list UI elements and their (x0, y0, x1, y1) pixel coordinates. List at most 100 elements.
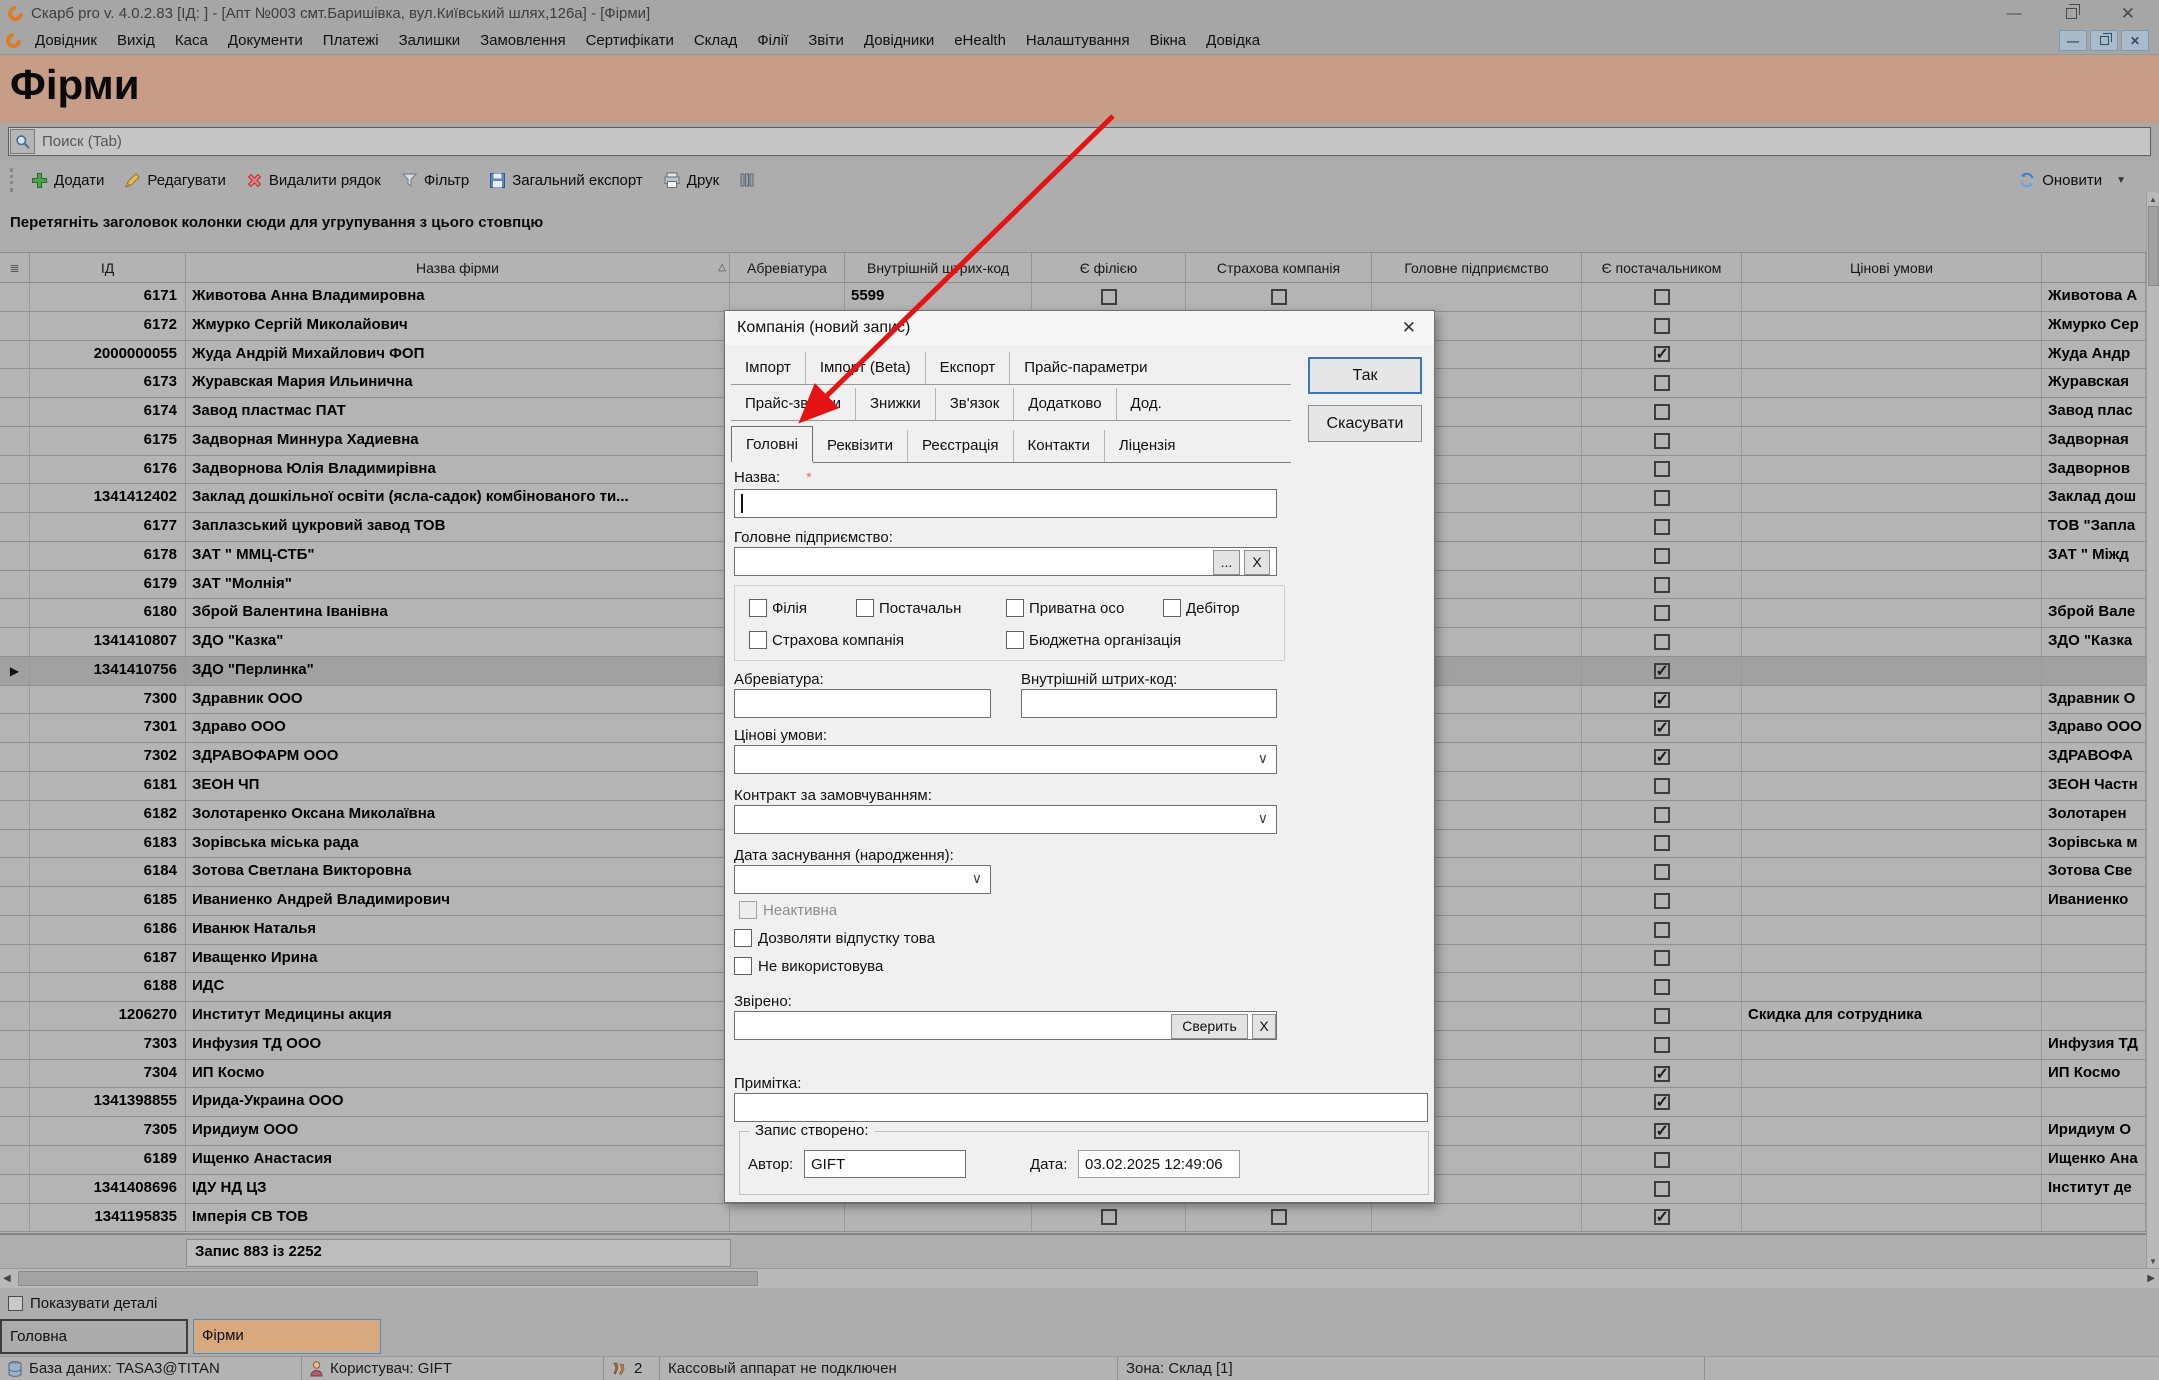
refresh-dropdown-icon[interactable]: ▼ (2116, 175, 2126, 186)
branch-checkbox[interactable] (749, 599, 767, 617)
supplier-checkbox[interactable] (1654, 807, 1670, 823)
abbreviation-input[interactable] (734, 689, 991, 718)
supplier-checkbox[interactable] (1654, 692, 1670, 708)
dialog-tab-Прайс-зв'язки[interactable]: Прайс-зв'язки (731, 388, 856, 420)
supplier-checkbox[interactable] (1654, 461, 1670, 477)
supplier-checkbox[interactable] (1654, 519, 1670, 535)
supplier-checkbox[interactable] (1654, 346, 1670, 362)
menu-item-Довідник[interactable]: Довідник (25, 27, 107, 54)
minimize-icon[interactable]: — (2007, 6, 2022, 21)
supplier-checkbox[interactable] (1654, 605, 1670, 621)
verify-button[interactable]: Сверить (1171, 1014, 1248, 1039)
branch-checkbox[interactable] (1101, 1209, 1117, 1225)
supplier-checkbox[interactable] (1654, 1094, 1670, 1110)
column-header[interactable]: Назва фірми△ (186, 253, 730, 282)
supplier-checkbox[interactable] (1654, 749, 1670, 765)
export-button[interactable]: Загальний експорт (484, 172, 648, 189)
budget-org-checkbox[interactable] (1006, 631, 1024, 649)
supplier-checkbox[interactable] (1654, 778, 1670, 794)
close-icon[interactable]: ✕ (2121, 5, 2135, 22)
supplier-checkbox[interactable] (856, 599, 874, 617)
supplier-checkbox[interactable] (1654, 1037, 1670, 1053)
dialog-tab-Ліцензія[interactable]: Ліцензія (1105, 430, 1190, 462)
supplier-checkbox[interactable] (1654, 864, 1670, 880)
menu-item-Склад[interactable]: Склад (684, 27, 747, 54)
insurance-company-checkbox[interactable] (749, 631, 767, 649)
menu-item-eHealth[interactable]: eHealth (944, 27, 1016, 54)
supplier-checkbox[interactable] (1654, 1181, 1670, 1197)
supplier-checkbox[interactable] (1654, 375, 1670, 391)
column-header[interactable]: Внутрішній штрих-код (845, 253, 1032, 282)
insurance-checkbox[interactable] (1271, 289, 1287, 305)
dialog-tab-Контакти[interactable]: Контакти (1014, 430, 1105, 462)
supplier-checkbox[interactable] (1654, 979, 1670, 995)
menu-item-Налаштування[interactable]: Налаштування (1016, 27, 1140, 54)
supplier-checkbox[interactable] (1654, 1209, 1670, 1225)
column-header[interactable]: Головне підприємство (1372, 253, 1582, 282)
dialog-titlebar[interactable]: Компанія (новий запис) ✕ (725, 311, 1434, 345)
scroll-down-icon[interactable]: ▼ (2147, 1254, 2159, 1268)
internal-barcode-input[interactable] (1021, 689, 1277, 718)
vertical-scroll-thumb[interactable] (2148, 206, 2159, 286)
supplier-checkbox[interactable] (1654, 1008, 1670, 1024)
dialog-tab-Експорт[interactable]: Експорт (926, 352, 1011, 384)
supplier-checkbox[interactable] (1654, 1152, 1670, 1168)
private-person-checkbox[interactable] (1006, 599, 1024, 617)
toolbar-drag-handle[interactable] (10, 168, 14, 192)
group-by-bar[interactable]: Перетягніть заголовок колонки сюди для у… (0, 200, 2159, 252)
default-contract-select[interactable]: ∨ (734, 805, 1277, 834)
column-header[interactable]: Страхова компанія (1186, 253, 1372, 282)
scroll-right-icon[interactable]: ▶ (2147, 1273, 2155, 1284)
mdi-minimize-icon[interactable]: — (2059, 30, 2087, 51)
supplier-checkbox[interactable] (1654, 893, 1670, 909)
supplier-checkbox[interactable] (1654, 634, 1670, 650)
scroll-up-icon[interactable]: ▲ (2147, 192, 2159, 206)
column-header[interactable]: ІД (30, 253, 186, 282)
note-input[interactable] (734, 1093, 1428, 1122)
menu-item-Вікна[interactable]: Вікна (1140, 27, 1197, 54)
menu-item-Платежі[interactable]: Платежі (313, 27, 389, 54)
dialog-tab-Дод.[interactable]: Дод. (1117, 388, 1176, 420)
parent-clear-button[interactable]: X (1244, 550, 1270, 575)
tab-firmy[interactable]: Фірми (193, 1319, 381, 1354)
author-input[interactable] (804, 1150, 966, 1178)
cancel-button[interactable]: Скасувати (1308, 405, 1422, 442)
delete-button[interactable]: Видалити рядок (241, 172, 386, 189)
dialog-tab-Імпорт (Beta)[interactable]: Імпорт (Beta) (806, 352, 926, 384)
supplier-checkbox[interactable] (1654, 577, 1670, 593)
menu-item-Сертифікати[interactable]: Сертифікати (576, 27, 684, 54)
print-button[interactable]: Друк (658, 172, 724, 189)
debtor-checkbox[interactable] (1163, 599, 1181, 617)
dialog-tab-Прайс-параметри[interactable]: Прайс-параметри (1010, 352, 1161, 384)
supplier-checkbox[interactable] (1654, 1066, 1670, 1082)
search-input[interactable] (36, 133, 2150, 150)
supplier-checkbox[interactable] (1654, 404, 1670, 420)
column-header[interactable]: Є постачальником (1582, 253, 1742, 282)
supplier-checkbox[interactable] (1654, 1123, 1670, 1139)
search-box[interactable] (8, 127, 2151, 156)
ok-button[interactable]: Так (1308, 357, 1422, 394)
mdi-close-icon[interactable]: ✕ (2121, 30, 2149, 51)
menu-item-Залишки[interactable]: Залишки (389, 27, 471, 54)
menu-item-Звіти[interactable]: Звіти (798, 27, 854, 54)
supplier-checkbox[interactable] (1654, 950, 1670, 966)
mdi-restore-icon[interactable] (2090, 30, 2118, 51)
vertical-scrollbar[interactable]: ▲ ▼ (2146, 192, 2159, 1268)
supplier-checkbox[interactable] (1654, 433, 1670, 449)
menu-item-Філії[interactable]: Філії (747, 27, 798, 54)
dialog-tab-Імпорт[interactable]: Імпорт (731, 352, 806, 384)
horizontal-scrollbar[interactable]: ◀ ▶ (0, 1268, 2159, 1288)
menu-item-Довідники[interactable]: Довідники (854, 27, 944, 54)
edit-button[interactable]: Редагувати (119, 172, 231, 189)
supplier-checkbox[interactable] (1654, 289, 1670, 305)
not-use-checkbox[interactable] (734, 957, 752, 975)
restore-icon[interactable] (2066, 8, 2077, 19)
horizontal-scroll-thumb[interactable] (18, 1271, 758, 1286)
supplier-checkbox[interactable] (1654, 663, 1670, 679)
table-row[interactable]: 1341195835Імперія СВ ТОВ (0, 1204, 2146, 1233)
menu-item-Документи[interactable]: Документи (218, 27, 313, 54)
supplier-checkbox[interactable] (1654, 720, 1670, 736)
supplier-checkbox[interactable] (1654, 922, 1670, 938)
column-header[interactable]: Є філією (1032, 253, 1186, 282)
column-header[interactable]: Абревіатура (730, 253, 845, 282)
